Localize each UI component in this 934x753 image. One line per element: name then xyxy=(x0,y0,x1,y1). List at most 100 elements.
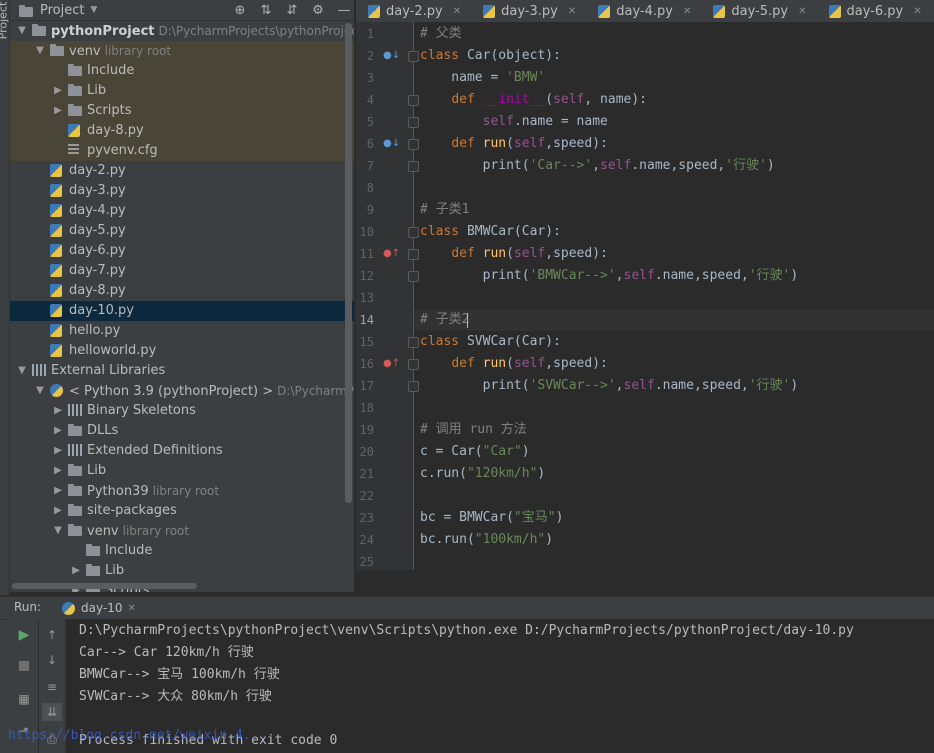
tree-horizontal-scrollbar[interactable] xyxy=(12,583,197,589)
close-icon[interactable]: ✕ xyxy=(798,6,806,17)
tree-row[interactable]: day-5.py xyxy=(10,221,354,241)
chevron-right-icon[interactable]: ▶ xyxy=(52,101,64,121)
soft-wrap-icon[interactable]: ≡ xyxy=(44,679,60,695)
chevron-right-icon[interactable]: ▶ xyxy=(52,461,64,481)
editor-tab[interactable]: day-5.py ✕ xyxy=(701,0,816,22)
tree-row[interactable]: ▼ External Libraries xyxy=(10,361,354,381)
chevron-down-icon[interactable]: ▼ xyxy=(16,21,28,41)
tree-row[interactable]: day-7.py xyxy=(10,261,354,281)
chevron-right-icon[interactable]: ▶ xyxy=(52,401,64,421)
code-token: "Car" xyxy=(482,444,522,459)
python-file-icon xyxy=(711,3,727,19)
chevron-right-icon[interactable]: ▶ xyxy=(52,501,64,521)
tree-row[interactable]: ▶ Python39 library root xyxy=(10,481,354,501)
gear-icon[interactable]: ⚙ xyxy=(310,2,326,18)
layout-icon[interactable]: ▦ xyxy=(16,691,32,707)
override-icon[interactable]: ●↓ xyxy=(383,138,400,149)
fold-marker-icon[interactable] xyxy=(408,139,419,150)
fold-marker-icon[interactable] xyxy=(408,337,419,348)
tree-item-name: Lib xyxy=(105,563,125,578)
fold-marker-icon[interactable] xyxy=(408,51,419,62)
editor-tab[interactable]: day-6.py ✕ xyxy=(817,0,932,22)
tree-row[interactable]: ▼ venv library root xyxy=(10,41,354,61)
tree-row[interactable]: day-3.py xyxy=(10,181,354,201)
tree-row[interactable]: day-8.py xyxy=(10,281,354,301)
tree-row[interactable]: Include xyxy=(10,541,354,561)
run-tab[interactable]: day-10 ✕ xyxy=(60,597,136,619)
tree-row[interactable]: ▼ pythonProject D:\PycharmProjects\pythonP… xyxy=(10,21,354,41)
tree-row[interactable]: ▶ Lib xyxy=(10,461,354,481)
line-number: 11 xyxy=(359,247,374,261)
tree-row[interactable]: day-8.py xyxy=(10,121,354,141)
fold-marker-icon[interactable] xyxy=(408,95,419,106)
tree-scrollbar[interactable] xyxy=(345,23,352,503)
tree-row[interactable]: day-4.py xyxy=(10,201,354,221)
chevron-down-icon[interactable]: ▼ xyxy=(52,521,64,541)
override-icon[interactable]: ●↓ xyxy=(383,50,400,61)
stop-icon[interactable] xyxy=(16,658,32,674)
code-token: , name): xyxy=(584,92,648,107)
line-number: 2 xyxy=(366,49,374,63)
tree-row[interactable]: ▶ Scripts xyxy=(10,101,354,121)
tree-row[interactable]: Include xyxy=(10,61,354,81)
chevron-down-icon[interactable]: ▼ xyxy=(34,41,46,61)
down-arrow-icon[interactable]: ↓ xyxy=(44,652,60,668)
chevron-down-icon[interactable]: ▼ xyxy=(34,381,46,401)
tree-row[interactable]: day-2.py xyxy=(10,161,354,181)
chevron-right-icon[interactable]: ▶ xyxy=(52,481,64,501)
tree-row[interactable]: pyvenv.cfg xyxy=(10,141,354,161)
fold-marker-icon[interactable] xyxy=(408,117,419,128)
chevron-right-icon[interactable]: ▶ xyxy=(52,81,64,101)
close-icon[interactable]: ✕ xyxy=(913,6,921,17)
fold-marker-icon[interactable] xyxy=(408,359,419,370)
code-line: def run(self,speed): xyxy=(420,133,608,155)
fold-marker-icon[interactable] xyxy=(408,161,419,172)
fold-marker-icon[interactable] xyxy=(408,381,419,392)
implements-icon[interactable]: ●↑ xyxy=(383,358,400,369)
close-icon[interactable]: ✕ xyxy=(568,6,576,17)
tree-row[interactable]: ▶ DLLs xyxy=(10,421,354,441)
tree-row[interactable]: ▼ venv library root xyxy=(10,521,354,541)
locate-icon[interactable]: ⊕ xyxy=(232,2,248,18)
editor-tab[interactable]: day-2.py ✕ xyxy=(356,0,471,22)
scroll-to-end-icon[interactable]: ⇊ xyxy=(42,703,62,721)
close-icon[interactable]: ✕ xyxy=(127,603,135,614)
expand-all-icon[interactable]: ⇅ xyxy=(258,2,274,18)
code-token: self xyxy=(623,268,655,283)
tree-row[interactable]: ▼ < Python 3.9 (pythonProject) > D:\Pychar… xyxy=(10,381,354,401)
tree-item-label: helloworld.py xyxy=(69,341,156,361)
chevron-right-icon[interactable]: ▶ xyxy=(70,561,82,581)
minimize-icon[interactable]: — xyxy=(336,2,352,18)
tree-row[interactable]: day-6.py xyxy=(10,241,354,261)
chevron-down-icon[interactable]: ▼ xyxy=(16,361,28,381)
project-view-selector[interactable]: Project ▼ xyxy=(18,2,97,18)
tree-item-name: day-10.py xyxy=(69,303,134,318)
fold-marker-icon[interactable] xyxy=(408,227,419,238)
implements-icon[interactable]: ●↑ xyxy=(383,248,400,259)
tree-item-name: pyvenv.cfg xyxy=(87,143,158,158)
editor-tab[interactable]: day-3.py ✕ xyxy=(471,0,586,22)
editor-tab[interactable]: day-4.py ✕ xyxy=(586,0,701,22)
tree-row[interactable]: ▶ Binary Skeletons xyxy=(10,401,354,421)
tree-row[interactable]: ▶ Lib xyxy=(10,561,354,581)
tree-row[interactable]: ▶ Extended Definitions xyxy=(10,441,354,461)
tree-row[interactable]: ▶ Lib xyxy=(10,81,354,101)
tree-row[interactable]: hello.py xyxy=(10,321,354,341)
close-icon[interactable]: ✕ xyxy=(453,6,461,17)
project-tree[interactable]: ▼ pythonProject D:\PycharmProjects\pythonP… xyxy=(10,21,354,592)
tree-item-label: Lib xyxy=(87,81,106,101)
chevron-right-icon[interactable]: ▶ xyxy=(52,441,64,461)
up-arrow-icon[interactable]: ↑ xyxy=(44,627,60,643)
collapse-all-icon[interactable]: ⇵ xyxy=(284,2,300,18)
tree-row[interactable]: helloworld.py xyxy=(10,341,354,361)
close-icon[interactable]: ✕ xyxy=(683,6,691,17)
fold-marker-icon[interactable] xyxy=(408,249,419,260)
chevron-right-icon[interactable]: ▶ xyxy=(52,421,64,441)
run-icon[interactable]: ▶ xyxy=(16,627,32,643)
fold-marker-icon[interactable] xyxy=(408,271,419,282)
code-token: ,speed): xyxy=(545,356,608,371)
tree-row[interactable]: ▶ site-packages xyxy=(10,501,354,521)
code-token: ( xyxy=(506,246,514,261)
project-side-tab[interactable]: Project xyxy=(0,2,9,40)
tree-row[interactable]: day-10.py xyxy=(10,301,354,321)
